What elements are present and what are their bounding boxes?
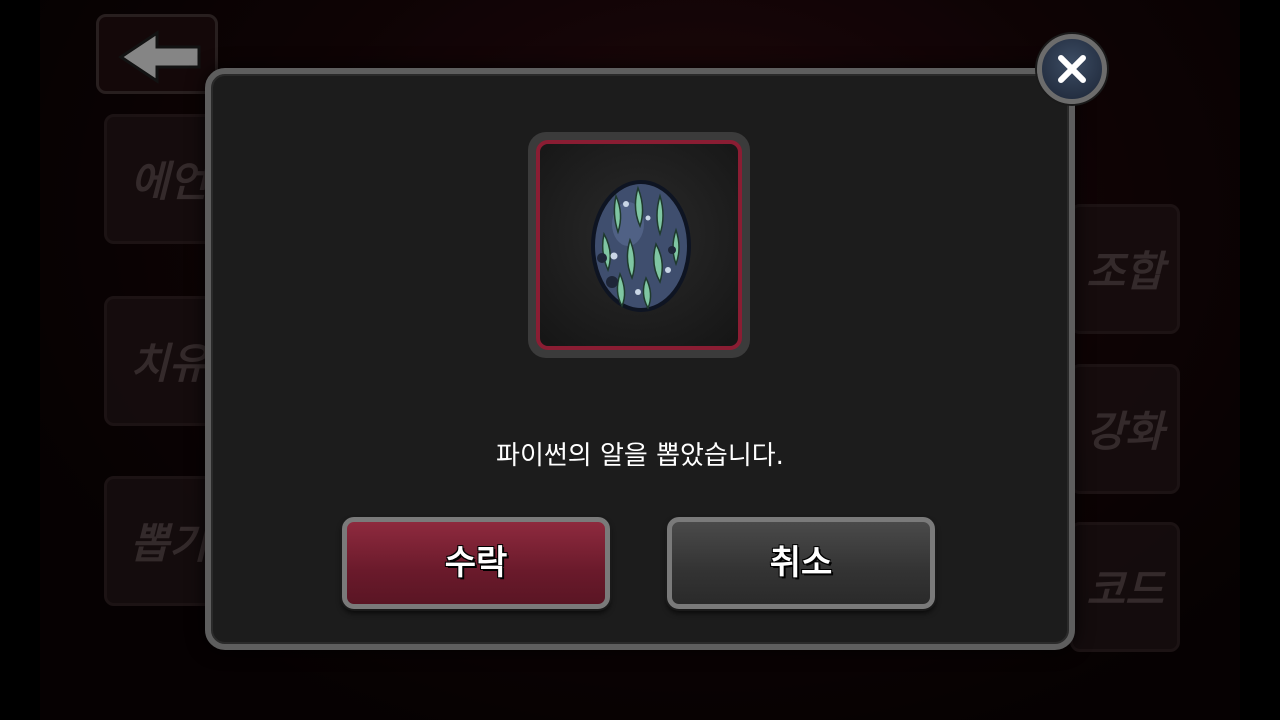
python-egg-icon <box>591 180 691 312</box>
close-icon <box>1058 55 1086 83</box>
reward-message: 파이썬의 알을 뽑았습니다. <box>496 441 784 471</box>
item-slot-inner <box>536 140 742 350</box>
item-slot <box>528 132 750 358</box>
game-screen: 에언 치유 뽑기 조합 강화 코드 파이썬의 알을 뽑았습니다. 수락 취소 <box>0 0 1280 720</box>
cancel-button[interactable]: 취소 <box>667 517 935 609</box>
accept-button[interactable]: 수락 <box>342 517 610 609</box>
close-button[interactable] <box>1037 34 1107 104</box>
